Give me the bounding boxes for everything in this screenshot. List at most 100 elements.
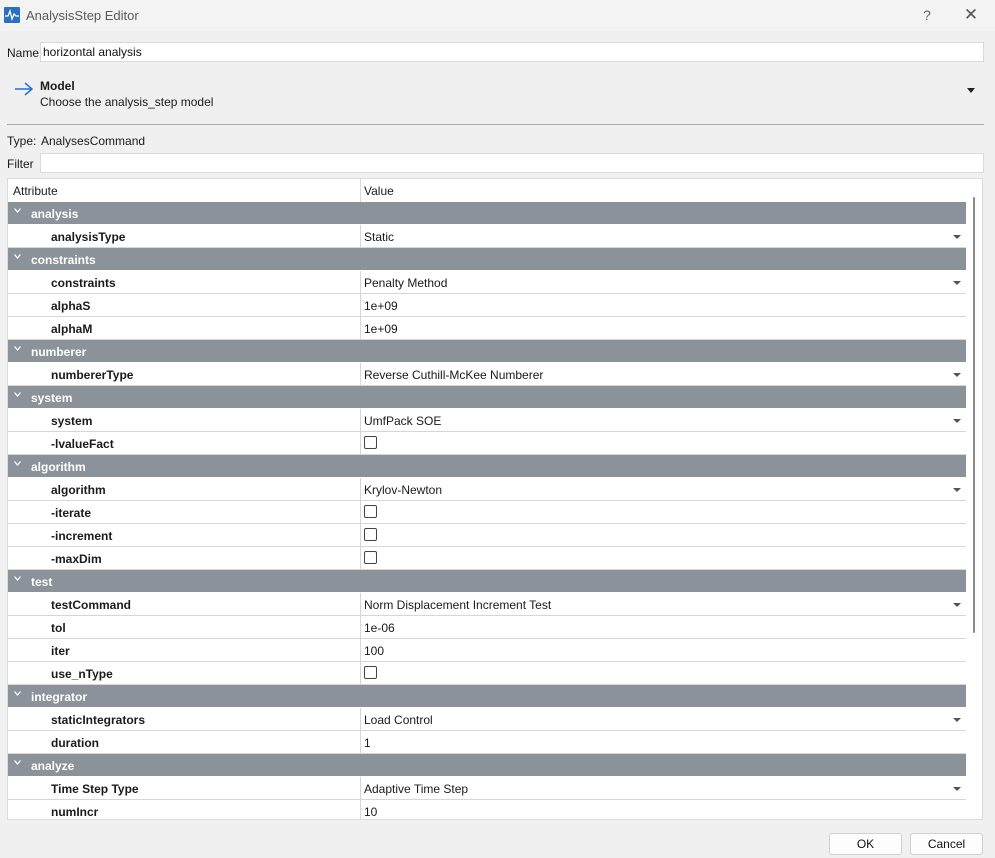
scrollbar-thumb[interactable] [973, 197, 975, 633]
table-row: alphaM 1e+09 [8, 317, 966, 340]
value-dropdown[interactable]: Adaptive Time Step [360, 777, 967, 799]
value-field[interactable]: 1 [360, 731, 967, 753]
checkbox[interactable] [364, 666, 377, 679]
value-dropdown[interactable]: Norm Displacement Increment Test [360, 593, 967, 615]
table-row: iter 100 [8, 639, 966, 662]
table-row: Time Step Type Adaptive Time Step [8, 777, 966, 800]
chevron-down-icon[interactable] [14, 460, 21, 467]
table-body: analysis analysisType Static constraints con… [8, 202, 967, 819]
chevron-down-icon[interactable] [953, 718, 961, 722]
group-row-analyze[interactable]: analyze [8, 754, 966, 777]
chevron-down-icon[interactable] [14, 690, 21, 697]
group-row-constraints[interactable]: constraints [8, 248, 966, 271]
chevron-down-icon[interactable] [953, 488, 961, 492]
arrow-right-icon [15, 82, 34, 96]
value-text: 1e-06 [364, 621, 395, 635]
group-row-integrator[interactable]: integrator [8, 685, 966, 708]
column-header-attribute[interactable]: Attribute [13, 184, 58, 198]
attribute-name: testCommand [51, 598, 132, 612]
model-subtitle: Choose the analysis_step model [40, 95, 214, 109]
attribute-name: system [51, 414, 93, 428]
chevron-down-icon[interactable] [953, 787, 961, 791]
attribute-table: Attribute Value analysis analysisType Stat… [7, 178, 983, 820]
group-row-test[interactable]: test [8, 570, 966, 593]
group-label: analyze [31, 759, 75, 773]
group-row-algorithm[interactable]: algorithm [8, 455, 966, 478]
attribute-name: algorithm [51, 483, 106, 497]
chevron-down-icon[interactable] [14, 345, 21, 352]
value-field[interactable]: 100 [360, 639, 967, 661]
checkbox[interactable] [364, 528, 377, 541]
table-row: staticIntegrators Load Control [8, 708, 966, 731]
value-field[interactable]: 10 [360, 800, 967, 819]
attribute-name: -maxDim [51, 552, 102, 566]
value-field[interactable]: 1e-06 [360, 616, 967, 638]
chevron-down-icon[interactable] [953, 603, 961, 607]
filter-input[interactable] [40, 153, 984, 173]
attribute-name: alphaM [51, 322, 93, 336]
table-row: constraints Penalty Method [8, 271, 966, 294]
attribute-name: iter [51, 644, 70, 658]
group-label: integrator [31, 690, 88, 704]
value-text: Static [364, 230, 395, 244]
value-field[interactable]: 1e+09 [360, 294, 967, 316]
value-dropdown[interactable]: Static [360, 225, 967, 247]
group-row-analysis[interactable]: analysis [8, 202, 966, 225]
value-dropdown[interactable]: Penalty Method [360, 271, 967, 293]
group-row-numberer[interactable]: numberer [8, 340, 966, 363]
type-value: AnalysesCommand [41, 134, 146, 148]
name-input[interactable]: horizontal analysis [40, 42, 984, 62]
table-row: -iterate [8, 501, 966, 524]
checkbox[interactable] [364, 505, 377, 518]
group-label: numberer [31, 345, 87, 359]
table-row: duration 1 [8, 731, 966, 754]
help-button[interactable]: ? [912, 5, 942, 25]
app-icon [4, 7, 20, 23]
value-checkbox-cell[interactable] [360, 662, 967, 684]
value-text: Load Control [364, 713, 433, 727]
filter-label: Filter [7, 157, 34, 171]
table-row: algorithm Krylov-Newton [8, 478, 966, 501]
chevron-down-icon[interactable] [14, 575, 21, 582]
chevron-down-icon[interactable] [14, 391, 21, 398]
ok-button[interactable]: OK [829, 833, 902, 855]
chevron-down-icon[interactable] [953, 281, 961, 285]
chevron-down-icon[interactable] [14, 759, 21, 766]
value-text: 100 [364, 644, 385, 658]
value-text: Penalty Method [364, 276, 448, 290]
chevron-down-icon[interactable] [967, 88, 975, 93]
value-text: 1e+09 [364, 322, 398, 336]
table-row: analysisType Static [8, 225, 966, 248]
chevron-down-icon[interactable] [14, 207, 21, 214]
table-row: -increment [8, 524, 966, 547]
table-row: use_nType [8, 662, 966, 685]
value-field[interactable]: 1e+09 [360, 317, 967, 339]
column-header-value[interactable]: Value [364, 184, 394, 198]
chevron-down-icon[interactable] [953, 373, 961, 377]
attribute-name: tol [51, 621, 66, 635]
checkbox[interactable] [364, 551, 377, 564]
value-checkbox-cell[interactable] [360, 501, 967, 523]
model-title: Model [40, 79, 75, 93]
attribute-name: analysisType [51, 230, 126, 244]
cancel-button[interactable]: Cancel [910, 833, 983, 855]
value-checkbox-cell[interactable] [360, 432, 967, 454]
value-dropdown[interactable]: Krylov-Newton [360, 478, 967, 500]
value-dropdown[interactable]: UmfPack SOE [360, 409, 967, 431]
value-dropdown[interactable]: Reverse Cuthill-McKee Numberer [360, 363, 967, 385]
group-row-system[interactable]: system [8, 386, 966, 409]
value-checkbox-cell[interactable] [360, 524, 967, 546]
checkbox[interactable] [364, 436, 377, 449]
chevron-down-icon[interactable] [14, 253, 21, 260]
attribute-name: -lvalueFact [51, 437, 114, 451]
type-label: Type: [7, 134, 37, 148]
attribute-name: alphaS [51, 299, 91, 313]
value-checkbox-cell[interactable] [360, 547, 967, 569]
chevron-down-icon[interactable] [953, 235, 961, 239]
table-header: Attribute Value [8, 179, 966, 203]
close-button[interactable]: ✕ [956, 5, 986, 25]
group-label: test [31, 575, 53, 589]
value-dropdown[interactable]: Load Control [360, 708, 967, 730]
name-label: Name [7, 46, 40, 60]
chevron-down-icon[interactable] [953, 419, 961, 423]
